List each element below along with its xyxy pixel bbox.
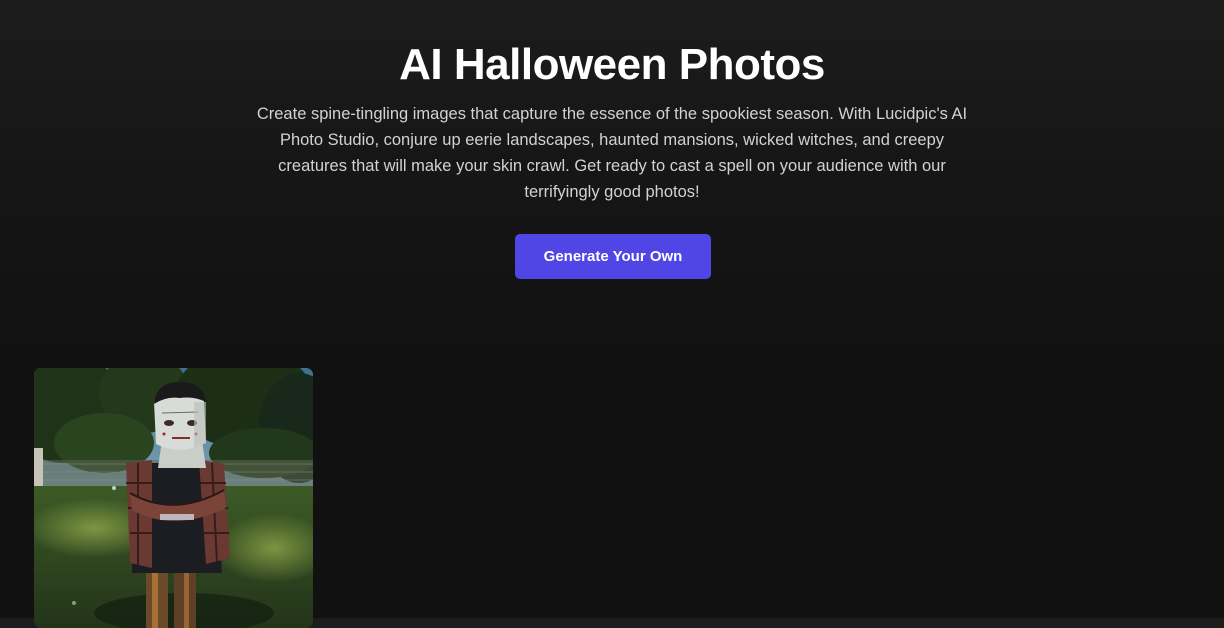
page-title: AI Halloween Photos xyxy=(399,40,825,89)
hero-description: Create spine-tingling images that captur… xyxy=(256,105,968,201)
halloween-photo-image xyxy=(34,368,313,628)
page: AI Halloween Photos Create spine-tinglin… xyxy=(0,0,1224,628)
gallery-image-card[interactable] xyxy=(34,368,313,628)
generate-your-own-button[interactable]: Generate Your Own xyxy=(515,234,711,279)
